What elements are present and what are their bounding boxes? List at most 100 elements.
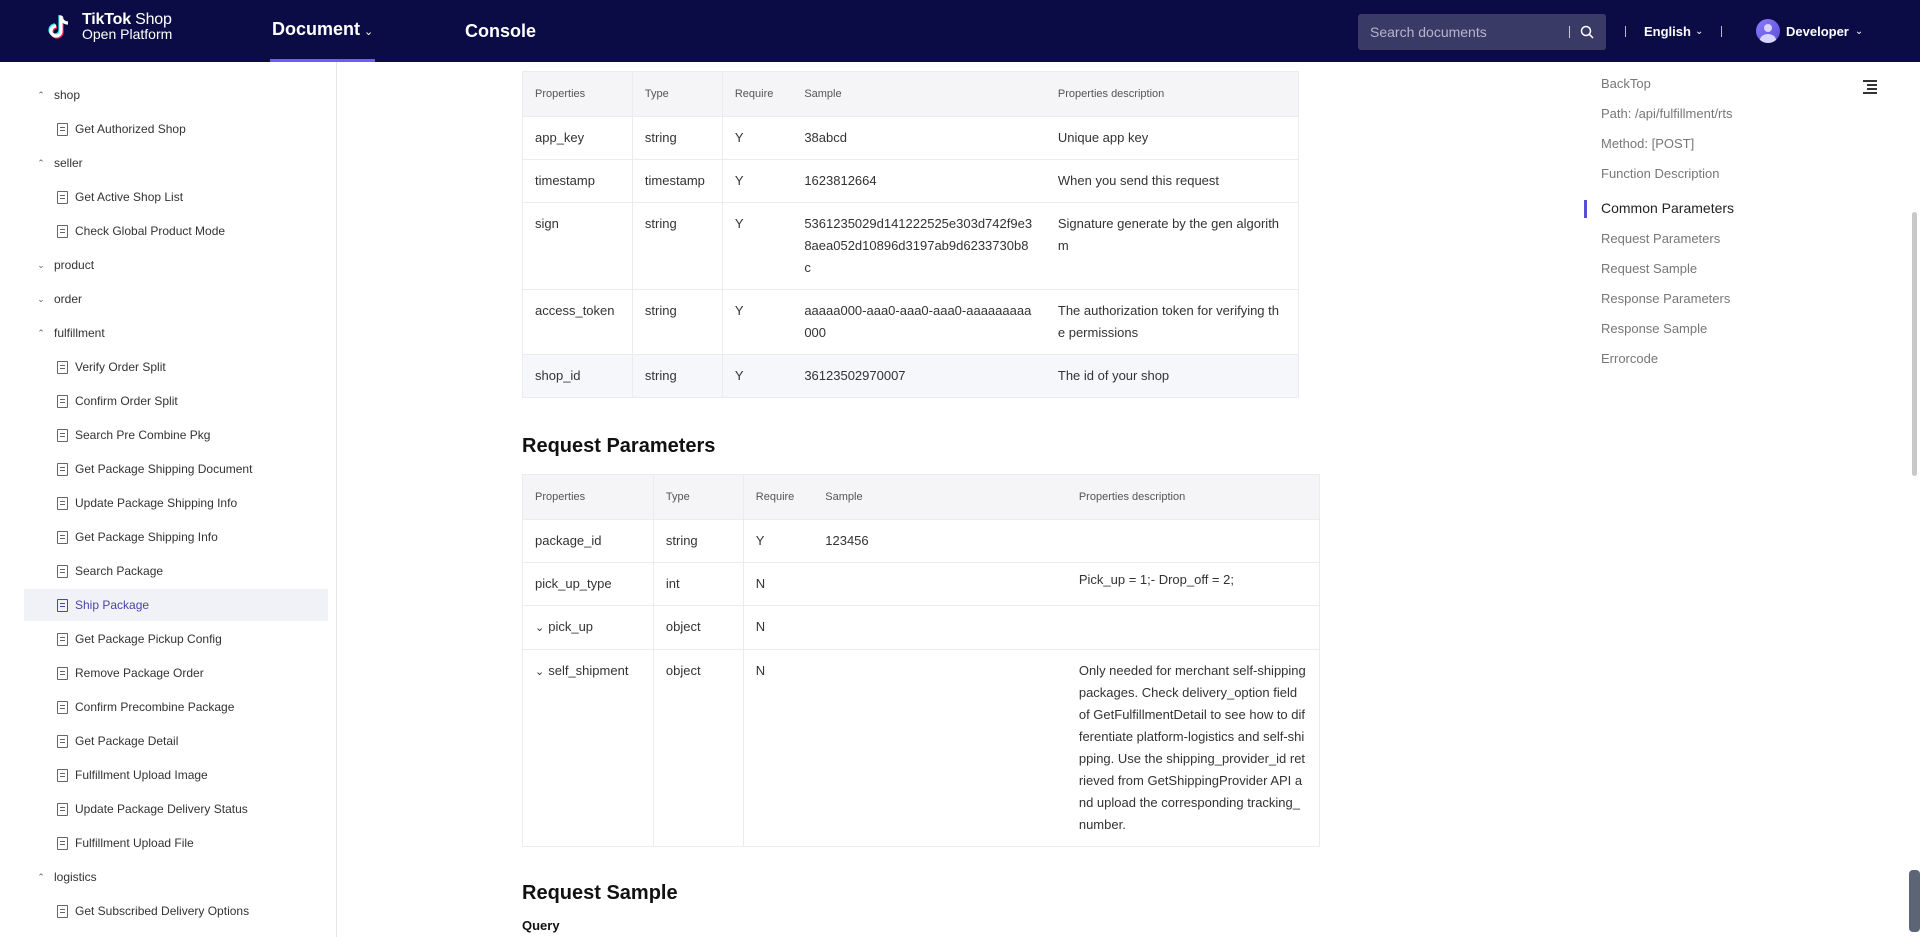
param-name: pick_up	[548, 619, 594, 634]
toc-item-response-sample[interactable]: Response Sample	[1601, 318, 1707, 340]
sidebar-item-search-package[interactable]: Search Package	[24, 555, 328, 587]
sidebar-item-update-package-shipping-info[interactable]: Update Package Shipping Info	[24, 487, 328, 519]
sidebar-item-get-package-detail[interactable]: Get Package Detail	[24, 725, 328, 757]
search-icon[interactable]	[1580, 25, 1594, 39]
nav-console-label: Console	[465, 20, 537, 41]
sidebar-item-label: Verify Order Split	[75, 360, 166, 374]
sidebar-item-fulfillment-upload-image[interactable]: Fulfillment Upload Image	[24, 759, 328, 791]
toc-item-backtop[interactable]: BackTop	[1601, 73, 1651, 95]
sidebar-item-confirm-precombine-package[interactable]: Confirm Precombine Package	[24, 691, 328, 723]
sidebar-group-fulfillment[interactable]: ⌃ fulfillment	[36, 316, 104, 350]
chevron-up-icon: ⌃	[37, 157, 45, 168]
tiktok-shop-logo[interactable]: TikTok Shop Open Platform	[44, 12, 172, 42]
param-name: sign	[522, 202, 633, 290]
sidebar-item-get-active-shop-list[interactable]: Get Active Shop List	[24, 181, 328, 213]
sidebar-item-update-package-delivery-status[interactable]: Update Package Delivery Status	[24, 793, 328, 825]
param-type: string	[632, 202, 723, 290]
sidebar-item-get-authorized-shop[interactable]: Get Authorized Shop	[24, 113, 328, 145]
sidebar-item-ship-package[interactable]: Ship Package	[24, 589, 328, 621]
param-type: string	[632, 289, 723, 355]
top-navigation-bar: TikTok Shop Open Platform Document ⌄ Con…	[0, 0, 1920, 62]
nav-divider	[1721, 26, 1722, 37]
param-type: int	[653, 562, 744, 606]
param-name: self_shipment	[548, 663, 629, 678]
language-selector[interactable]: English ⌄	[1644, 0, 1703, 62]
sidebar-item-label: Search Package	[75, 564, 164, 578]
param-name-expandable[interactable]: ⌄ pick_up	[522, 605, 654, 650]
request-sample-heading: Request Sample	[522, 882, 678, 904]
column-header-sample: Sample	[813, 474, 1067, 520]
doc-content: Properties Type Require Sample Propertie…	[337, 62, 1577, 937]
param-name-expandable[interactable]: ⌄ self_shipment	[522, 649, 654, 847]
chevron-down-icon[interactable]: ⌄	[535, 622, 544, 634]
chevron-down-icon[interactable]: ⌄	[535, 666, 544, 678]
sidebar-group-seller[interactable]: ⌃ seller	[36, 146, 83, 180]
search-divider	[1569, 26, 1570, 38]
document-icon	[57, 462, 68, 476]
request-parameters-table: Properties Type Require Sample Propertie…	[522, 474, 1320, 847]
sidebar-group-product[interactable]: ⌄ product	[36, 248, 94, 282]
nav-console-link[interactable]: Console	[465, 0, 536, 62]
param-description: Unique app key	[1045, 116, 1299, 160]
sidebar-item-label: Update Package Shipping Info	[75, 496, 238, 510]
sidebar-item-search-pre-combine-pkg[interactable]: Search Pre Combine Pkg	[24, 419, 328, 451]
toc-item-method[interactable]: Method: [POST]	[1601, 133, 1694, 155]
column-header-properties: Properties	[522, 474, 654, 520]
page-scrollbar[interactable]	[1912, 212, 1917, 476]
sidebar-group-shop[interactable]: ⌃ shop	[36, 78, 80, 112]
param-sample: 1623812664	[792, 159, 1046, 203]
param-type: string	[632, 354, 723, 398]
sidebar-item-confirm-order-split[interactable]: Confirm Order Split	[24, 385, 328, 417]
sidebar-item-label: Remove Package Order	[75, 666, 204, 680]
nav-document-menu[interactable]: Document ⌄	[270, 0, 376, 62]
toc-item-path[interactable]: Path: /api/fulfillment/rts	[1601, 103, 1733, 125]
document-icon	[57, 598, 68, 612]
chevron-up-icon: ⌃	[37, 871, 45, 882]
param-name: app_key	[522, 116, 633, 160]
sidebar-item-check-global-product-mode[interactable]: Check Global Product Mode	[24, 215, 328, 247]
toc-item-common-parameters[interactable]: Common Parameters	[1601, 197, 1734, 219]
sidebar-item-get-package-shipping-info[interactable]: Get Package Shipping Info	[24, 521, 328, 553]
column-header-type: Type	[653, 474, 744, 520]
query-label: Query	[522, 918, 560, 933]
param-name: access_token	[522, 289, 633, 355]
param-sample	[813, 649, 1067, 847]
sidebar-item-get-subscribed-delivery-options[interactable]: Get Subscribed Delivery Options	[24, 895, 328, 927]
param-require: N	[743, 649, 814, 847]
param-type: object	[653, 649, 744, 847]
param-name: timestamp	[522, 159, 633, 203]
document-icon	[57, 224, 68, 238]
param-sample: 36123502970007	[792, 354, 1046, 398]
user-menu[interactable]: Developer ⌄	[1756, 0, 1863, 62]
toc-active-indicator	[1584, 200, 1587, 218]
avatar	[1756, 19, 1780, 43]
nav-document-label: Document	[272, 19, 361, 39]
sidebar-item-fulfillment-upload-file[interactable]: Fulfillment Upload File	[24, 827, 328, 859]
toc-item-request-sample[interactable]: Request Sample	[1601, 258, 1697, 280]
sidebar-group-label: seller	[54, 156, 83, 170]
toc-toggle-icon[interactable]	[1863, 80, 1879, 94]
table-row: timestamp timestamp Y 1623812664 When yo…	[522, 159, 1299, 203]
sidebar-group-order[interactable]: ⌄ order	[36, 282, 82, 316]
toc-item-function-description[interactable]: Function Description	[1601, 163, 1720, 185]
param-require: Y	[722, 354, 793, 398]
feedback-handle[interactable]	[1909, 870, 1920, 932]
sidebar-item-get-package-shipping-document[interactable]: Get Package Shipping Document	[24, 453, 328, 485]
sidebar-item-label: Get Active Shop List	[75, 190, 184, 204]
param-require: N	[743, 605, 814, 650]
sidebar-item-remove-package-order[interactable]: Remove Package Order	[24, 657, 328, 689]
toc-item-errorcode[interactable]: Errorcode	[1601, 348, 1658, 370]
search-input[interactable]	[1370, 24, 1569, 40]
sidebar-item-get-package-pickup-config[interactable]: Get Package Pickup Config	[24, 623, 328, 655]
sidebar-item-label: Check Global Product Mode	[75, 224, 226, 238]
param-type: string	[632, 116, 723, 160]
sidebar-group-label: order	[54, 292, 83, 306]
toc-item-response-parameters[interactable]: Response Parameters	[1601, 288, 1730, 310]
table-row: app_key string Y 38abcd Unique app key	[522, 116, 1299, 160]
toc-item-request-parameters[interactable]: Request Parameters	[1601, 228, 1720, 250]
document-icon	[57, 428, 68, 442]
sidebar-group-logistics[interactable]: ⌃ logistics	[36, 860, 96, 894]
sidebar-item-verify-order-split[interactable]: Verify Order Split	[24, 351, 328, 383]
table-header-row: Properties Type Require Sample Propertie…	[522, 71, 1299, 117]
table-row: sign string Y 5361235029d141222525e303d7…	[522, 202, 1299, 290]
